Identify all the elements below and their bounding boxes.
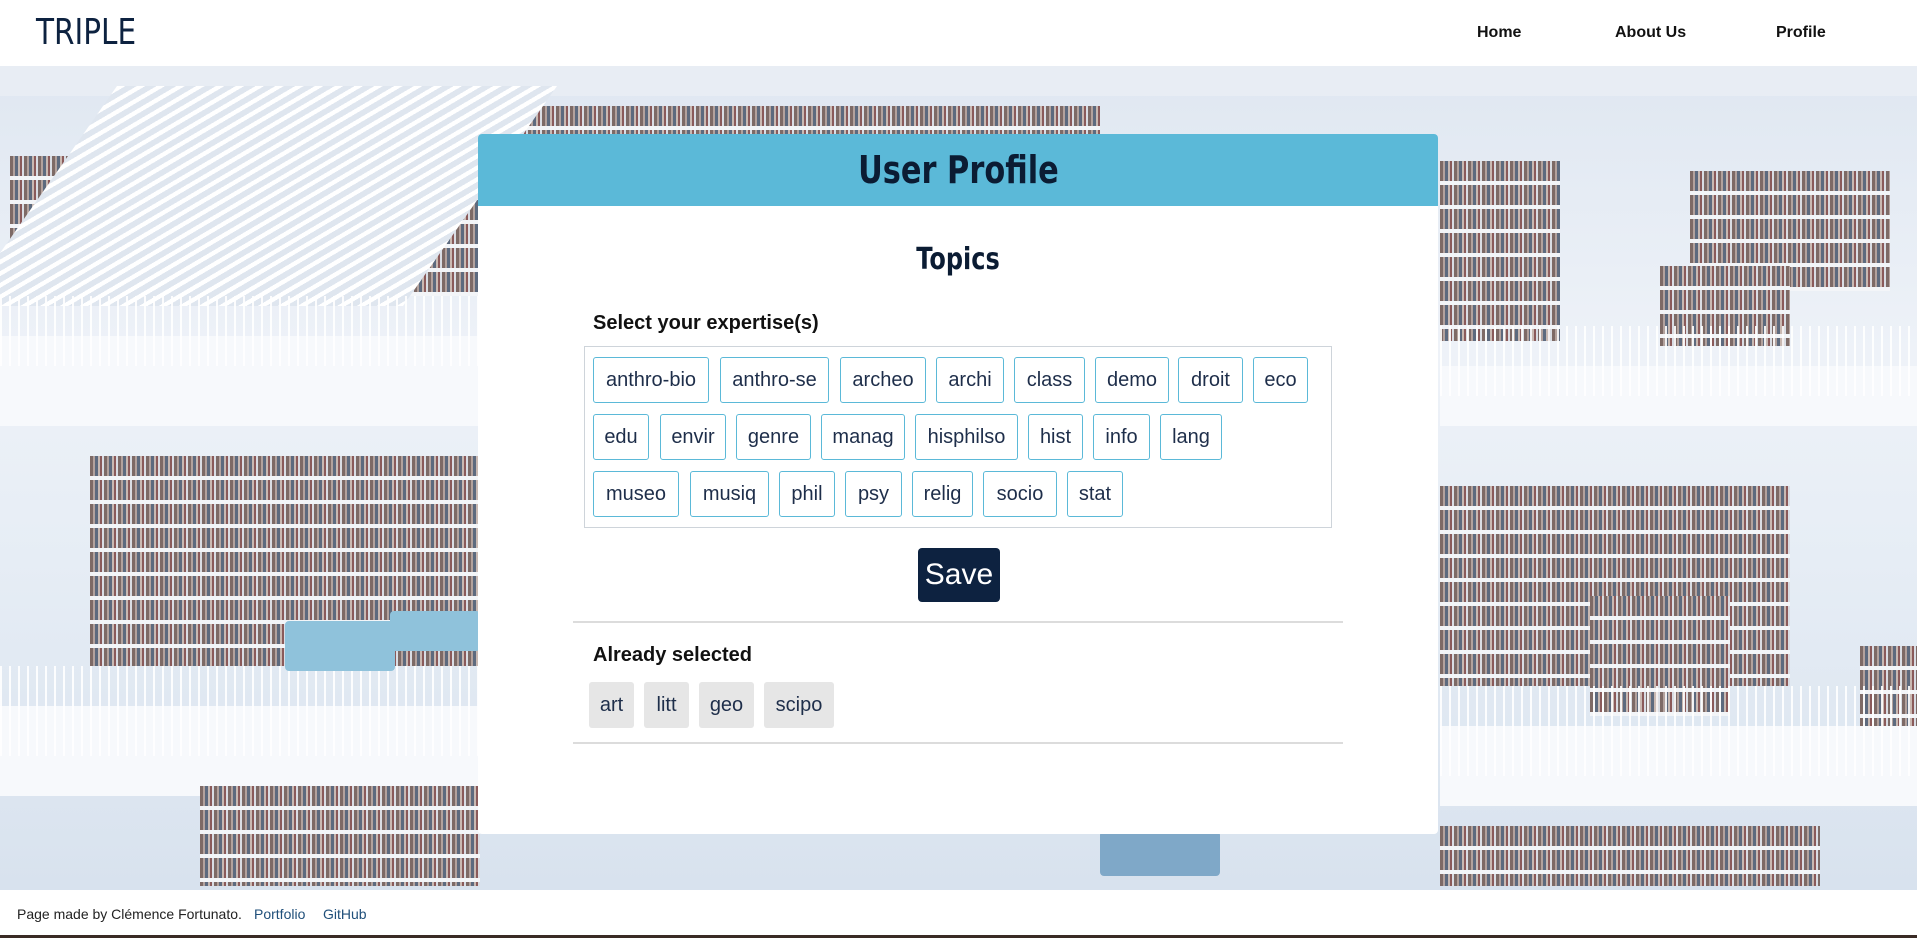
nav-home[interactable]: Home	[1477, 24, 1521, 42]
topic-chip-class[interactable]: class	[1014, 357, 1085, 403]
footer: Page made by Clémence Fortunato. Portfol…	[0, 890, 1917, 938]
topic-chip-edu[interactable]: edu	[593, 414, 649, 460]
page-title: User Profile	[857, 148, 1059, 192]
user-profile-card: User Profile Topics Select your expertis…	[478, 134, 1438, 834]
top-navbar: TRIPLE Home About Us Profile	[0, 0, 1917, 66]
topic-chip-anthro-bio[interactable]: anthro-bio	[593, 357, 709, 403]
selected-chip-geo[interactable]: geo	[699, 682, 754, 728]
already-selected-label: Already selected	[593, 644, 752, 666]
topic-chip-manag[interactable]: manag	[821, 414, 905, 460]
footer-link-portfolio[interactable]: Portfolio	[254, 906, 305, 922]
topic-chip-eco[interactable]: eco	[1253, 357, 1308, 403]
topic-chip-musiq[interactable]: musiq	[690, 471, 769, 517]
topic-chip-hist[interactable]: hist	[1028, 414, 1083, 460]
topic-chip-droit[interactable]: droit	[1178, 357, 1243, 403]
topic-chip-archeo[interactable]: archeo	[840, 357, 926, 403]
topic-chip-hisphilso[interactable]: hisphilso	[915, 414, 1018, 460]
nav-profile[interactable]: Profile	[1776, 24, 1826, 42]
topic-chip-archi[interactable]: archi	[936, 357, 1004, 403]
topic-chip-lang[interactable]: lang	[1160, 414, 1222, 460]
expertise-label: Select your expertise(s)	[593, 312, 819, 334]
topic-chip-psy[interactable]: psy	[845, 471, 902, 517]
card-header: User Profile	[478, 134, 1438, 206]
topic-chip-list: anthro-bio anthro-se archeo archi class …	[584, 346, 1332, 528]
divider	[573, 742, 1343, 744]
topic-chip-museo[interactable]: museo	[593, 471, 679, 517]
selected-chip-scipo[interactable]: scipo	[764, 682, 834, 728]
footer-credit: Page made by Clémence Fortunato.	[17, 906, 242, 922]
topic-chip-socio[interactable]: socio	[983, 471, 1057, 517]
topic-chip-envir[interactable]: envir	[660, 414, 726, 460]
selected-chip-litt[interactable]: litt	[644, 682, 689, 728]
selected-chip-art[interactable]: art	[589, 682, 634, 728]
topic-chip-genre[interactable]: genre	[736, 414, 811, 460]
topic-chip-relig[interactable]: relig	[912, 471, 973, 517]
section-title-topics: Topics	[916, 242, 1000, 277]
topic-chip-demo[interactable]: demo	[1095, 357, 1169, 403]
footer-link-github[interactable]: GitHub	[323, 906, 367, 922]
topic-chip-stat[interactable]: stat	[1067, 471, 1123, 517]
save-button[interactable]: Save	[918, 548, 1000, 602]
topic-chip-phil[interactable]: phil	[779, 471, 835, 517]
topic-chip-anthro-se[interactable]: anthro-se	[720, 357, 829, 403]
logo[interactable]: TRIPLE	[36, 12, 136, 53]
nav-about-us[interactable]: About Us	[1615, 24, 1686, 42]
divider	[573, 621, 1343, 623]
topic-chip-info[interactable]: info	[1093, 414, 1150, 460]
